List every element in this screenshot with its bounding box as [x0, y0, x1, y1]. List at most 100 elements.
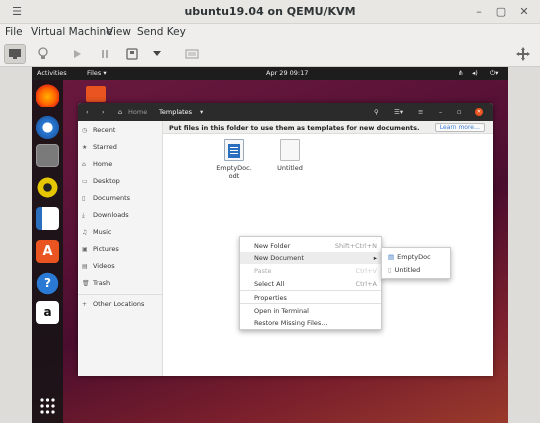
desktop-home-folder-icon[interactable]	[86, 86, 106, 102]
sidebar-item-pictures[interactable]: ▣ Pictures	[82, 243, 160, 255]
menu-item-label: Restore Missing Files…	[254, 319, 328, 327]
menu-separator	[240, 303, 381, 304]
close-icon[interactable]: ✕	[517, 5, 531, 19]
toolbar	[0, 41, 540, 67]
plus-icon: +	[82, 301, 88, 308]
pause-button[interactable]	[94, 44, 116, 64]
console-view-button[interactable]	[4, 44, 26, 64]
chevron-down-icon	[153, 51, 161, 56]
download-icon: ⤓	[82, 212, 85, 219]
sidebar-item-desktop[interactable]: ▭ Desktop	[82, 175, 160, 187]
menu-item-accel: Ctrl+A	[355, 280, 377, 288]
submenu-item-label: EmptyDoc	[397, 253, 431, 261]
clock[interactable]: Apr 29 09:17	[266, 69, 308, 77]
submenu-item-untitled[interactable]: ▯ Untitled	[382, 264, 450, 276]
thunderbird-icon[interactable]	[36, 116, 59, 139]
back-icon[interactable]: ‹	[86, 108, 89, 116]
close-icon[interactable]: ✕	[475, 108, 483, 116]
menu-virtual-machine[interactable]: Virtual Machine	[31, 26, 113, 38]
sidebar-item-videos[interactable]: ▤ Videos	[82, 260, 160, 272]
snapshot-icon	[185, 49, 199, 59]
file-label: Untitled	[277, 164, 303, 172]
sidebar-item-label: Starred	[93, 143, 117, 151]
fullscreen-button[interactable]	[512, 44, 534, 64]
sidebar-item-starred[interactable]: ★ Starred	[82, 141, 160, 153]
power-menu-icon[interactable]: ⏻▾	[490, 69, 498, 78]
menu-item-label: Open in Terminal	[254, 307, 309, 315]
learn-more-button[interactable]: Learn more…	[434, 123, 485, 132]
shutdown-menu-button[interactable]	[146, 44, 168, 64]
forward-icon[interactable]: ›	[102, 108, 105, 116]
menu-item-restore-missing-files[interactable]: Restore Missing Files…	[240, 317, 381, 329]
menu-item-label: Paste	[254, 267, 272, 275]
minimize-icon[interactable]: –	[439, 108, 442, 116]
music-icon: ♫	[82, 229, 88, 236]
vm-display[interactable]: Activities Files ▾ Apr 29 09:17 ⋔ ◂) ⏻▾ …	[32, 67, 508, 423]
maximize-icon[interactable]: ▢	[494, 5, 508, 19]
volume-icon[interactable]: ◂)	[472, 69, 478, 77]
menu-item-paste[interactable]: Paste Ctrl+V	[240, 265, 381, 277]
sidebar-item-label: Pictures	[93, 245, 119, 253]
new-document-submenu: ▤ EmptyDoc ▯ Untitled	[381, 247, 451, 279]
list-view-icon[interactable]: ☰▾	[394, 108, 403, 116]
show-apps-icon[interactable]	[36, 396, 59, 416]
menu-item-select-all[interactable]: Select All Ctrl+A	[240, 278, 381, 290]
lightbulb-icon	[38, 47, 48, 59]
odt-document-icon: ▤	[388, 253, 395, 261]
sidebar-divider	[78, 294, 163, 295]
menu-item-new-folder[interactable]: New Folder Shift+Ctrl+N	[240, 240, 381, 252]
maximize-icon[interactable]: ▫	[457, 108, 461, 116]
firefox-icon[interactable]	[36, 84, 59, 107]
menubar: File Virtual Machine View Send Key	[0, 24, 540, 41]
pause-icon	[102, 50, 108, 58]
files-icon[interactable]	[36, 144, 59, 167]
snapshot-button[interactable]	[181, 44, 203, 64]
sidebar-item-label: Desktop	[93, 177, 120, 185]
sidebar-item-label: Home	[93, 160, 113, 168]
hamburger-menu-icon[interactable]: ≡	[418, 108, 423, 116]
minimize-icon[interactable]: –	[472, 5, 486, 19]
sidebar-item-label: Trash	[93, 279, 111, 287]
run-button[interactable]	[66, 44, 88, 64]
files-headerbar: ‹ › ⌂ Home Templates ▾ ⚲ ☰▾ ≡ – ▫ ✕	[78, 103, 493, 121]
rhythmbox-icon[interactable]	[36, 176, 59, 199]
sidebar-item-home[interactable]: ⌂ Home	[82, 158, 160, 170]
document-icon: ▯	[82, 195, 86, 202]
banner-text: Put files in this folder to use them as …	[169, 124, 420, 132]
file-label-extension: odt	[228, 172, 240, 180]
sidebar-item-trash[interactable]: 🗑 Trash	[82, 277, 160, 289]
blank-document-icon	[280, 139, 300, 161]
clock-icon: ◷	[82, 127, 88, 134]
activities-button[interactable]: Activities	[37, 69, 67, 77]
menu-send-key[interactable]: Send Key	[137, 26, 186, 38]
path-home[interactable]: Home	[128, 108, 147, 116]
sidebar-item-other-locations[interactable]: + Other Locations	[82, 298, 160, 310]
video-icon: ▤	[82, 263, 88, 270]
files-sidebar: ◷ Recent ★ Starred ⌂ Home ▭ Desktop ▯ Documen…	[78, 121, 163, 376]
app-menu[interactable]: Files ▾	[87, 69, 107, 77]
sidebar-item-recent[interactable]: ◷ Recent	[82, 124, 160, 136]
submenu-item-emptydoc[interactable]: ▤ EmptyDoc	[382, 251, 450, 263]
network-icon[interactable]: ⋔	[458, 69, 463, 77]
software-icon[interactable]: A	[36, 240, 59, 263]
menu-item-open-in-terminal[interactable]: Open in Terminal	[240, 305, 381, 317]
path-templates[interactable]: Templates	[159, 108, 192, 116]
menu-view[interactable]: View	[106, 26, 131, 38]
menu-item-accel: Ctrl+V	[355, 267, 377, 275]
desktop-icon: ▭	[82, 178, 88, 185]
amazon-icon[interactable]: a	[36, 301, 59, 324]
sidebar-item-documents[interactable]: ▯ Documents	[82, 192, 160, 204]
move-arrows-icon	[516, 47, 530, 61]
details-view-button[interactable]	[32, 44, 54, 64]
sidebar-item-downloads[interactable]: ⤓ Downloads	[82, 209, 160, 221]
writer-icon[interactable]	[36, 207, 59, 230]
menu-file[interactable]: File	[5, 26, 23, 38]
sidebar-item-music[interactable]: ♫ Music	[82, 226, 160, 238]
help-icon[interactable]: ?	[36, 272, 59, 295]
search-icon[interactable]: ⚲	[374, 108, 379, 116]
shutdown-button[interactable]	[121, 44, 143, 64]
menu-item-new-document[interactable]: New Document ▸	[240, 252, 381, 264]
path-chevron-icon[interactable]: ▾	[200, 108, 203, 116]
odt-document-icon	[224, 139, 244, 161]
picture-icon: ▣	[82, 246, 88, 253]
